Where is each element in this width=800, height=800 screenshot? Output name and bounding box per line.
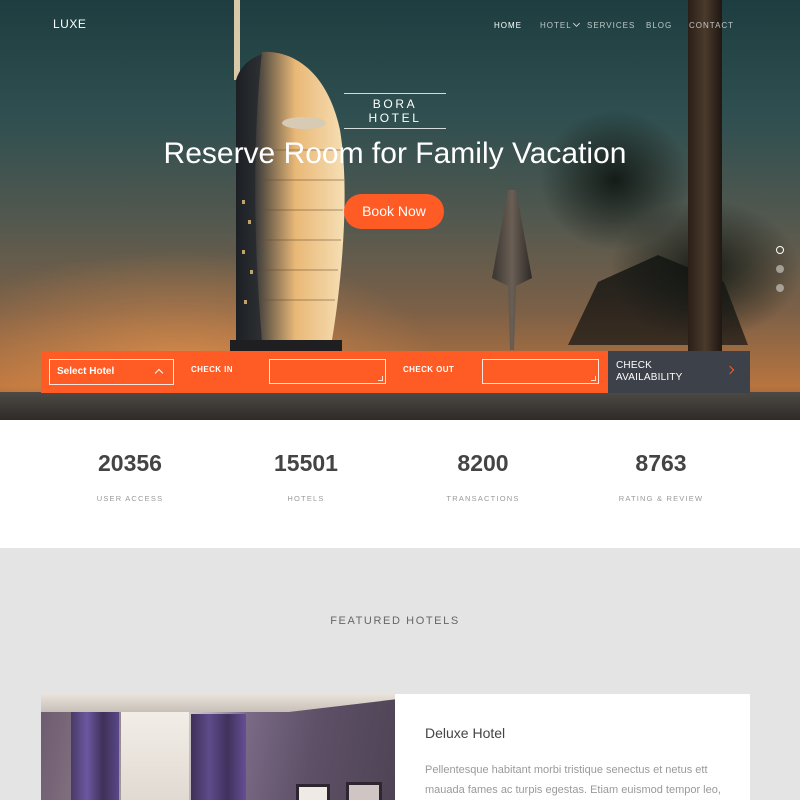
featured-section-title: FEATURED HOTELS [330,615,460,627]
stat-value: 8763 [635,450,687,476]
stat-label: HOTELS [287,494,325,503]
chevron-down-icon [572,19,580,28]
stat-value: 20356 [98,450,162,476]
check-out-label: CHECK OUT [403,365,455,374]
brand-logo[interactable]: LUXE [53,17,86,31]
resize-grip-icon [591,376,596,381]
nav-services[interactable]: SERVICES [587,21,635,30]
parasol-silhouette [492,190,532,350]
stat-label: TRANSACTIONS [446,494,520,503]
check-availability-label: CHECK AVAILABILITY [616,360,683,384]
slider-pagination [776,246,784,303]
room-curtain [191,714,246,800]
nav-blog[interactable]: BLOG [646,21,672,30]
resize-grip-icon [378,376,383,381]
wall-picture-frame [296,784,330,800]
hotel-room-image[interactable] [41,694,395,800]
stat-label: RATING & REVIEW [618,494,704,503]
slider-dot[interactable] [776,246,784,254]
stat-item: 20356 USER ACCESS [40,420,220,503]
stat-item: 8763 RATING & REVIEW [571,420,751,503]
check-out-input[interactable] [482,359,599,384]
nav-contact[interactable]: CONTACT [689,21,734,30]
check-in-label: CHECK IN [191,365,233,374]
waterfront [0,392,800,420]
stat-item: 15501 HOTELS [216,420,396,503]
nav-home[interactable]: HOME [494,21,522,30]
check-availability-line1: CHECK [616,360,653,371]
select-hotel-value: Select Hotel [57,366,115,377]
check-availability-line2: AVAILABILITY [616,372,683,383]
wall-picture-frame [346,782,382,800]
booking-bar: Select Hotel CHECK IN CHECK OUT CHECK AV… [41,351,750,393]
check-in-input[interactable] [269,359,386,384]
stat-value: 15501 [274,450,338,476]
room-window [121,706,189,800]
hero-headline: Reserve Room for Family Vacation [163,137,627,170]
nav-hotel[interactable]: HOTEL [540,19,580,30]
stat-label: USER ACCESS [96,494,164,503]
slider-dot[interactable] [776,265,784,273]
hero-kicker: BORA HOTEL [344,93,446,129]
chevron-right-icon [725,365,735,375]
nav-hotel-label: HOTEL [540,21,572,30]
room-ceiling [41,694,395,712]
stat-item: 8200 TRANSACTIONS [393,420,573,503]
booking-form: Select Hotel CHECK IN CHECK OUT [41,351,608,393]
hotel-card-title[interactable]: Deluxe Hotel [425,725,505,741]
stats-section: 20356 USER ACCESS 15501 HOTELS 8200 TRAN… [0,420,800,548]
hotel-card-description: Pellentesque habitant morbi tristique se… [425,764,721,796]
hero-section: LUXE HOME HOTEL SERVICES BLOG CONTACT BO… [0,0,800,420]
select-hotel-dropdown[interactable]: Select Hotel [49,359,174,385]
stat-value: 8200 [457,450,509,476]
slider-dot[interactable] [776,284,784,292]
check-availability-button[interactable]: CHECK AVAILABILITY [608,351,750,393]
book-now-button[interactable]: Book Now [344,194,444,229]
room-curtain [71,704,119,800]
chevron-up-icon [154,368,164,378]
featured-hotel-card[interactable]: Deluxe Hotel Pellentesque habitant morbi… [41,694,750,800]
